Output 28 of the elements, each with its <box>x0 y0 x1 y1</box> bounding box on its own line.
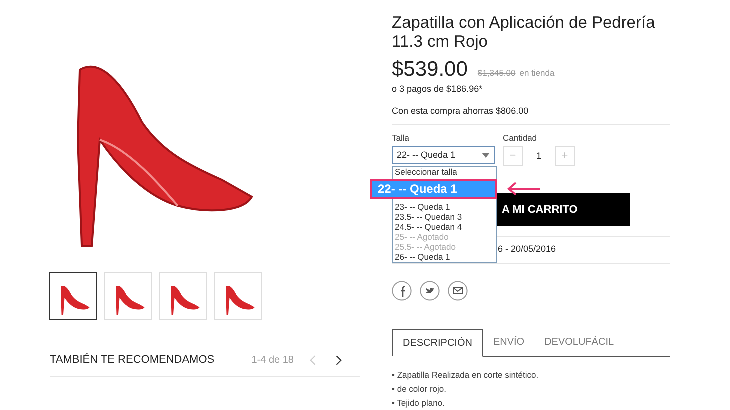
pagination-count: 1-4 de 18 <box>252 354 294 366</box>
price-note: en tienda <box>520 68 555 78</box>
quantity-value: 1 <box>535 151 542 161</box>
twitter-icon[interactable] <box>420 281 440 301</box>
product-title: Zapatilla con Aplicación de Pedrería 11.3 cm Rojo <box>392 14 656 52</box>
facebook-icon[interactable] <box>392 281 412 301</box>
savings-text: Con esta compra ahorras $806.00 <box>392 106 530 116</box>
caret-icon <box>482 152 490 158</box>
description-item: • Tejido plano. <box>392 398 446 408</box>
arrow-icon <box>507 182 541 196</box>
size-option[interactable]: 23- -- Queda 1 <box>393 202 496 212</box>
size-option[interactable]: Seleccionar talla <box>393 167 496 177</box>
delivery-date: 6 - 20/05/2016 <box>498 244 556 254</box>
chevron-right-icon[interactable] <box>335 354 342 366</box>
size-option[interactable]: 23.5- -- Quedan 3 <box>393 212 496 222</box>
size-select[interactable]: 22- -- Queda 1 <box>392 146 495 164</box>
old-price: $1,345.00 <box>478 68 516 78</box>
size-label: Talla <box>392 133 410 143</box>
tab[interactable]: DESCRIPCIÓN <box>392 329 484 357</box>
installments-text: o 3 pagos de $186.96* <box>392 84 484 94</box>
quantity-label: Cantidad <box>503 133 538 143</box>
thumbnail[interactable] <box>49 272 97 320</box>
description-item: • Zapatilla Realizada en corte sintético. <box>392 370 540 380</box>
mail-icon[interactable] <box>448 281 468 301</box>
section-title: TAMBIÉN TE RECOMENDAMOS <box>50 354 216 366</box>
size-option[interactable]: 26- -- Queda 1 <box>393 252 496 262</box>
price: $539.00 <box>392 58 468 82</box>
description-item: • de color rojo. <box>392 384 448 394</box>
